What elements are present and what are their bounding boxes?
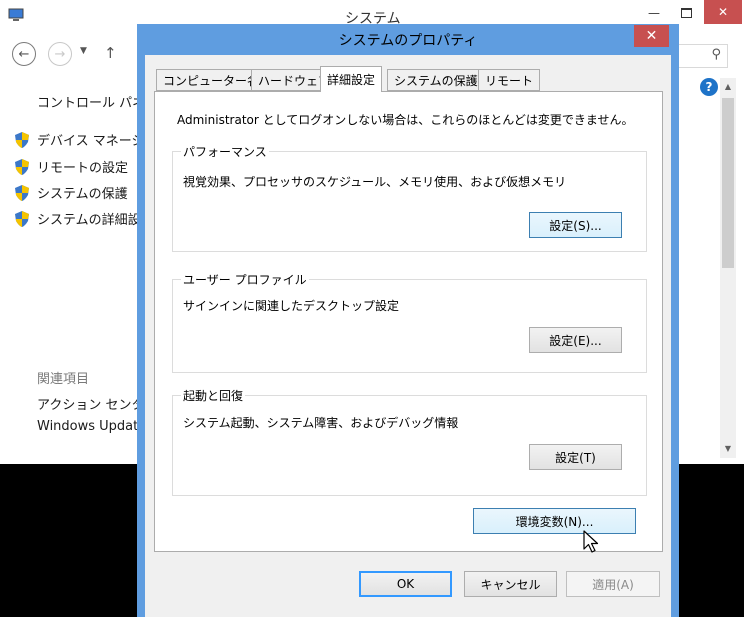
user-profiles-label: ユーザー プロファイル	[181, 271, 309, 288]
related-heading: 関連項目	[37, 372, 90, 387]
tab-computer-name[interactable]: コンピューター名	[156, 69, 267, 91]
minimize-icon: —	[648, 6, 660, 20]
link-label: システムの保護	[37, 187, 128, 202]
arrow-right-icon: →	[54, 46, 66, 62]
system-app-icon	[8, 8, 24, 21]
remote-settings-link[interactable]: リモートの設定	[15, 157, 128, 176]
advanced-system-settings-link[interactable]: システムの詳細設定	[15, 209, 154, 228]
minimize-button[interactable]: —	[640, 5, 668, 21]
scroll-down-arrow[interactable]: ▼	[720, 440, 736, 456]
shield-icon	[15, 158, 29, 175]
ok-button[interactable]: OK	[359, 571, 452, 597]
user-profiles-group: ユーザー プロファイル サインインに関連したデスクトップ設定 設定(E)...	[172, 271, 647, 373]
close-icon: ✕	[645, 28, 658, 44]
startup-recovery-settings-button[interactable]: 設定(T)	[529, 444, 622, 470]
performance-group: パフォーマンス 視覚効果、プロセッサのスケジュール、メモリ使用、および仮想メモリ…	[172, 143, 647, 252]
cancel-button[interactable]: キャンセル	[464, 571, 557, 597]
apply-button[interactable]: 適用(A)	[566, 571, 660, 597]
windows-update-link[interactable]: Windows Update	[37, 419, 146, 434]
shield-icon	[15, 210, 29, 227]
back-button[interactable]: ←	[12, 42, 36, 66]
tab-system-protection[interactable]: システムの保護	[387, 69, 485, 91]
dialog-title: システムのプロパティ	[338, 33, 478, 49]
startup-recovery-group: 起動と回復 システム起動、システム障害、およびデバッグ情報 設定(T)	[172, 387, 647, 496]
user-profiles-settings-button[interactable]: 設定(E)...	[529, 327, 622, 353]
environment-variables-button[interactable]: 環境変数(N)...	[473, 508, 636, 534]
admin-note: Administrator としてログオンしない場合は、これらのほとんどは変更で…	[177, 113, 634, 127]
search-box[interactable]: ⚲	[676, 44, 728, 68]
link-label: リモートの設定	[37, 161, 129, 176]
scrollbar-thumb[interactable]	[722, 98, 734, 268]
performance-description: 視覚効果、プロセッサのスケジュール、メモリ使用、および仮想メモリ	[183, 175, 567, 189]
maximize-button[interactable]	[672, 5, 700, 21]
close-icon: ✕	[717, 5, 729, 19]
tab-remote[interactable]: リモート	[478, 69, 541, 91]
tab-advanced[interactable]: 詳細設定	[320, 66, 383, 92]
shield-icon	[15, 131, 29, 148]
system-protection-link[interactable]: システムの保護	[15, 183, 128, 202]
forward-button[interactable]: →	[48, 42, 72, 66]
system-properties-dialog: システムのプロパティ ✕ コンピューター名 ハードウェア 詳細設定 システムの保…	[137, 24, 679, 617]
close-button[interactable]: ✕	[704, 0, 742, 24]
user-profiles-description: サインインに関連したデスクトップ設定	[183, 299, 400, 313]
performance-label: パフォーマンス	[181, 143, 269, 160]
dialog-close-button[interactable]: ✕	[634, 25, 669, 47]
scroll-up-arrow[interactable]: ▲	[720, 78, 736, 94]
advanced-tab-panel: Administrator としてログオンしない場合は、これらのほとんどは変更で…	[154, 91, 663, 552]
startup-recovery-description: システム起動、システム障害、およびデバッグ情報	[183, 416, 459, 430]
shield-icon	[15, 184, 29, 201]
help-icon[interactable]: ?	[700, 78, 718, 96]
performance-settings-button[interactable]: 設定(S)...	[529, 212, 622, 238]
recent-locations-dropdown[interactable]: ▼	[80, 46, 87, 56]
startup-recovery-label: 起動と回復	[181, 387, 246, 404]
mouse-pointer-icon	[583, 530, 599, 553]
up-button[interactable]: ↑	[104, 44, 117, 62]
search-icon: ⚲	[711, 47, 721, 62]
maximize-icon	[680, 8, 692, 18]
arrow-left-icon: ←	[18, 46, 30, 62]
